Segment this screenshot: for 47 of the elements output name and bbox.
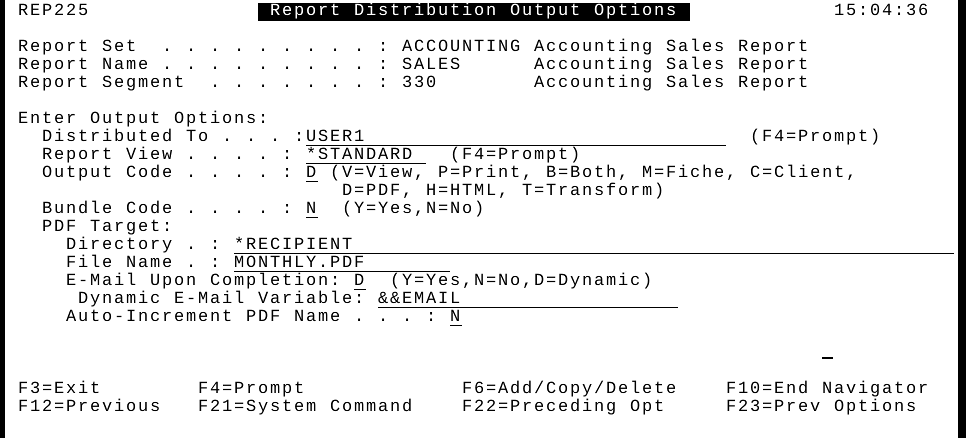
function-key[interactable]: F22=Preceding Opt	[462, 399, 666, 417]
field-value: SALES	[402, 57, 462, 75]
function-key[interactable]: F3=Exit	[18, 381, 102, 399]
hint-text: (F4=Prompt)	[450, 147, 582, 165]
field-label: Directory . :	[66, 237, 222, 255]
function-key[interactable]: F10=End Navigator	[726, 381, 930, 399]
hint-text: (Y=Yes,N=No)	[342, 201, 486, 219]
field-label: Report Name . . . . . . . . . :	[18, 57, 390, 75]
input-field[interactable]: &&EMAIL	[378, 291, 678, 308]
input-field[interactable]: *RECIPIENT	[234, 237, 954, 254]
field-description: Accounting Sales Report	[534, 57, 810, 75]
field-description: Accounting Sales Report	[534, 39, 810, 57]
hint-text: (F4=Prompt)	[750, 129, 882, 147]
field-label: Distributed To . . . :	[42, 129, 306, 147]
cursor-icon	[822, 357, 833, 359]
input-field[interactable]: N	[306, 201, 318, 218]
program-name: REP225	[18, 3, 90, 21]
hint-text: (V=View, P=Print, B=Both, M=Fiche, C=Client,	[330, 165, 858, 183]
field-label: E-Mail Upon Completion:	[66, 273, 342, 291]
field-value: 330	[402, 75, 438, 93]
field-label: Bundle Code . . . . :	[42, 201, 294, 219]
hint-text: (Y=Yes,N=No,D=Dynamic)	[390, 273, 654, 291]
input-field[interactable]: USER1	[306, 129, 726, 146]
function-key[interactable]: F6=Add/Copy/Delete	[462, 381, 678, 399]
field-description: Accounting Sales Report	[534, 75, 810, 93]
input-field[interactable]: N	[450, 309, 462, 326]
function-key[interactable]: F23=Prev Options	[726, 399, 918, 417]
function-key[interactable]: F12=Previous	[18, 399, 162, 417]
input-field[interactable]: D	[354, 273, 366, 290]
screen-title: Report Distribution Output Options	[258, 3, 690, 21]
field-label: File Name . :	[66, 255, 222, 273]
field-label: Report View . . . . :	[42, 147, 294, 165]
field-label: Dynamic E-Mail Variable:	[78, 291, 366, 309]
input-field[interactable]: *STANDARD	[306, 147, 426, 164]
hint-text: D=PDF, H=HTML, T=Transform)	[342, 183, 666, 201]
field-label: Report Segment . . . . . . . :	[18, 75, 390, 93]
section-title: PDF Target:	[42, 219, 174, 237]
section-title: Enter Output Options:	[18, 111, 270, 129]
function-key[interactable]: F4=Prompt	[198, 381, 306, 399]
time-text: 15:04:36	[834, 3, 930, 21]
field-label: Auto-Increment PDF Name . . . :	[66, 309, 438, 327]
field-label: Output Code . . . . :	[42, 165, 294, 183]
field-label: Report Set . . . . . . . . . :	[18, 39, 390, 57]
input-field[interactable]: D	[306, 165, 318, 182]
field-value: ACCOUNTING	[402, 39, 522, 57]
function-key[interactable]: F21=System Command	[198, 399, 414, 417]
input-field[interactable]: MONTHLY.PDF	[234, 255, 450, 272]
